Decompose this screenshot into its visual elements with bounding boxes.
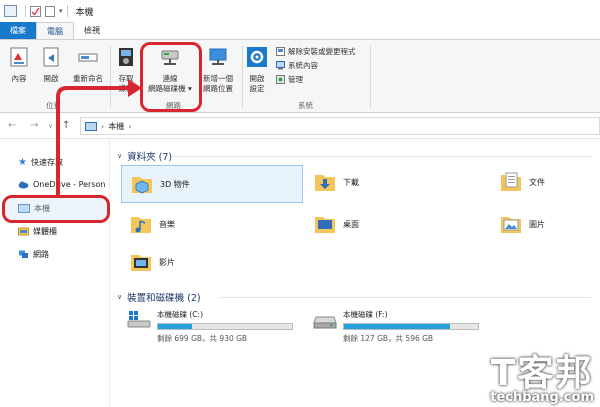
section-divider [171, 156, 591, 157]
folder-desktop[interactable]: 桌面 [313, 211, 359, 237]
section-divider [219, 297, 591, 298]
hard-drive-icon [313, 316, 337, 329]
folder-pictures[interactable]: 圖片 [499, 211, 545, 237]
documents-icon [501, 172, 521, 191]
drive-usage-fill [344, 324, 450, 329]
folder-label: 圖片 [529, 219, 545, 229]
folder-music[interactable]: 音樂 [129, 211, 175, 237]
drive-usage-fill [158, 324, 192, 329]
downloads-icon [315, 175, 335, 191]
chevron-down-icon: ∨ [117, 293, 123, 301]
folder-label: 影片 [159, 257, 175, 267]
folders-section-header[interactable]: ∨ 資料夾 (7) [117, 149, 172, 163]
folder-downloads[interactable]: 下載 [313, 169, 359, 195]
folder-label: 下載 [343, 177, 359, 187]
watermark-brand: T客邦 [490, 353, 594, 394]
drive-name: 本機磁碟 (C:) [157, 310, 203, 319]
chevron-down-icon: ∨ [117, 152, 123, 160]
drive-usage-bar [343, 323, 479, 330]
folder-videos[interactable]: 影片 [129, 249, 175, 275]
watermark-url: techbang.com [490, 390, 594, 405]
folder-3d-objects[interactable]: 3D 物件 [121, 165, 303, 203]
folders-section-title: 資料夾 (7) [127, 152, 173, 163]
folder-label: 3D 物件 [160, 179, 190, 189]
desktop-icon [315, 217, 335, 233]
drive-f[interactable]: 本機磁碟 (F:) 剩餘 127 GB，共 596 GB [313, 309, 479, 344]
windows-drive-icon [127, 311, 151, 328]
videos-icon [131, 255, 151, 271]
pictures-icon [501, 217, 521, 233]
folder-label: 桌面 [343, 219, 359, 229]
drive-free-space: 剩餘 699 GB，共 930 GB [157, 334, 248, 343]
3d-objects-icon [132, 177, 152, 194]
drives-section-header[interactable]: ∨ 裝置和磁碟機 (2) [117, 290, 201, 304]
folder-label: 文件 [529, 177, 545, 187]
music-icon [131, 217, 151, 233]
drive-usage-bar [157, 323, 293, 330]
drive-free-space: 剩餘 127 GB，共 596 GB [343, 334, 434, 343]
drive-c[interactable]: 本機磁碟 (C:) 剩餘 699 GB，共 930 GB [127, 309, 293, 344]
watermark-logo: T客邦 techbang.com [490, 344, 594, 405]
folder-label: 音樂 [159, 219, 175, 229]
folder-documents[interactable]: 文件 [499, 169, 545, 195]
drive-name: 本機磁碟 (F:) [343, 310, 388, 319]
drives-section-title: 裝置和磁碟機 (2) [127, 293, 201, 304]
